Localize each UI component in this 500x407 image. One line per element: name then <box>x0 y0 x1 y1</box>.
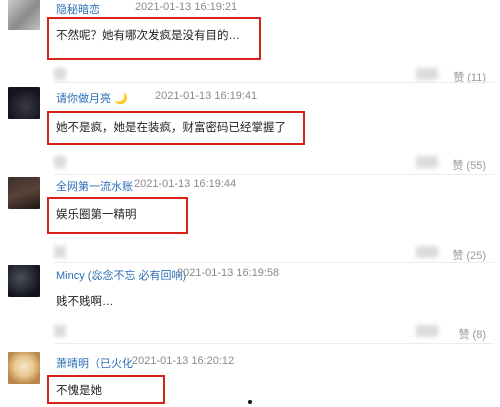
blurred-text <box>54 325 66 337</box>
username[interactable]: 请你做月亮 🌙 <box>56 90 128 106</box>
comment-text: 贱不贱啊… <box>56 296 114 308</box>
avatar[interactable] <box>8 0 40 30</box>
divider <box>54 82 494 83</box>
username[interactable]: 全网第一流水账 <box>56 178 133 194</box>
comment-item: 全网第一流水账 2021-01-13 16:19:44 娱乐圈第一精明 赞 (2… <box>0 176 500 264</box>
divider <box>54 343 494 344</box>
bullet-dot <box>248 400 252 404</box>
avatar[interactable] <box>8 352 40 384</box>
timestamp: 2021-01-13 16:20:12 <box>132 355 235 367</box>
like-button[interactable]: 赞 (25) <box>452 247 486 263</box>
comment-text: 不然呢？她有哪次发疯是没有目的… <box>56 30 240 42</box>
blurred-text <box>416 68 438 80</box>
moon-icon: 🌙 <box>114 93 128 105</box>
blurred-text <box>54 68 66 80</box>
comment-text: 不愧是她 <box>56 385 102 397</box>
blurred-text <box>54 156 66 168</box>
comment-text: 她不是疯，她是在装疯，财富密码已经掌握了 <box>56 122 286 134</box>
blurred-text <box>416 246 438 258</box>
username[interactable]: 隐秘暗恋 <box>56 1 100 17</box>
comment-item: 请你做月亮 🌙 2021-01-13 16:19:41 她不是疯，她是在装疯，财… <box>0 84 500 174</box>
username[interactable]: Mincy (惢念不忘 必有回响) <box>56 267 186 283</box>
blurred-text <box>54 246 66 258</box>
avatar[interactable] <box>8 177 40 209</box>
timestamp: 2021-01-13 16:19:21 <box>135 1 238 13</box>
comment-item: 隐秘暗恋 2021-01-13 16:19:21 不然呢？她有哪次发疯是没有目的… <box>0 0 500 84</box>
timestamp: 2021-01-13 16:19:58 <box>177 267 280 279</box>
avatar[interactable] <box>8 87 40 119</box>
divider <box>54 174 494 175</box>
divider <box>54 262 494 263</box>
timestamp: 2021-01-13 16:19:41 <box>155 90 258 102</box>
avatar[interactable] <box>8 265 40 297</box>
like-button[interactable]: 赞 (8) <box>459 326 487 342</box>
comment-item: 萧晴明（已火化 2021-01-13 16:20:12 不愧是她 <box>0 348 500 407</box>
comment-item: Mincy (惢念不忘 必有回响) 2021-01-13 16:19:58 贱不… <box>0 264 500 348</box>
username[interactable]: 萧晴明（已火化 <box>56 355 133 371</box>
like-button[interactable]: 赞 (55) <box>452 157 486 173</box>
timestamp: 2021-01-13 16:19:44 <box>134 178 237 190</box>
blurred-text <box>416 325 438 337</box>
comment-text: 娱乐圈第一精明 <box>56 209 137 221</box>
blurred-text <box>416 156 438 168</box>
